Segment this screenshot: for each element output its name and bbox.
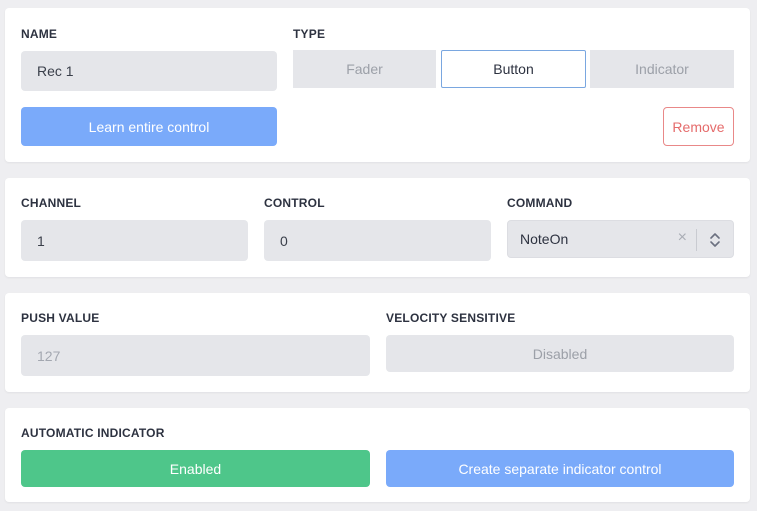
command-label: COMMAND [507, 196, 573, 210]
control-label: CONTROL [264, 196, 325, 210]
push-settings-card: PUSH VALUE 127 VELOCITY SENSITIVE Disabl… [5, 293, 750, 392]
select-divider [696, 229, 697, 251]
control-settings-card: NAME Rec 1 TYPE Fader Button Indicator L… [5, 8, 750, 162]
type-option-indicator[interactable]: Indicator [590, 50, 734, 88]
velocity-sensitive-label: VELOCITY SENSITIVE [386, 311, 516, 325]
type-option-button[interactable]: Button [441, 50, 586, 88]
command-select-value: NoteOn [520, 231, 569, 247]
type-label: TYPE [293, 27, 326, 41]
automatic-indicator-label: AUTOMATIC INDICATOR [21, 426, 165, 440]
enabled-button[interactable]: Enabled [21, 450, 370, 487]
learn-entire-control-button[interactable]: Learn entire control [21, 107, 277, 146]
indicator-settings-card: AUTOMATIC INDICATOR Enabled Create separ… [5, 408, 750, 502]
command-select[interactable]: NoteOn × [507, 220, 734, 258]
name-label: NAME [21, 27, 58, 41]
type-option-fader[interactable]: Fader [293, 50, 436, 88]
close-icon[interactable]: × [678, 229, 687, 247]
push-value-input[interactable]: 127 [21, 335, 370, 376]
push-value-label: PUSH VALUE [21, 311, 100, 325]
control-input[interactable]: 0 [264, 220, 491, 261]
chevron-up-down-icon[interactable] [709, 231, 721, 249]
create-separate-indicator-button[interactable]: Create separate indicator control [386, 450, 734, 487]
midi-settings-card: CHANNEL 1 CONTROL 0 COMMAND NoteOn × [5, 178, 750, 277]
name-input[interactable]: Rec 1 [21, 51, 277, 91]
remove-button[interactable]: Remove [663, 107, 734, 146]
velocity-sensitive-toggle[interactable]: Disabled [386, 335, 734, 372]
channel-label: CHANNEL [21, 196, 82, 210]
channel-input[interactable]: 1 [21, 220, 248, 261]
